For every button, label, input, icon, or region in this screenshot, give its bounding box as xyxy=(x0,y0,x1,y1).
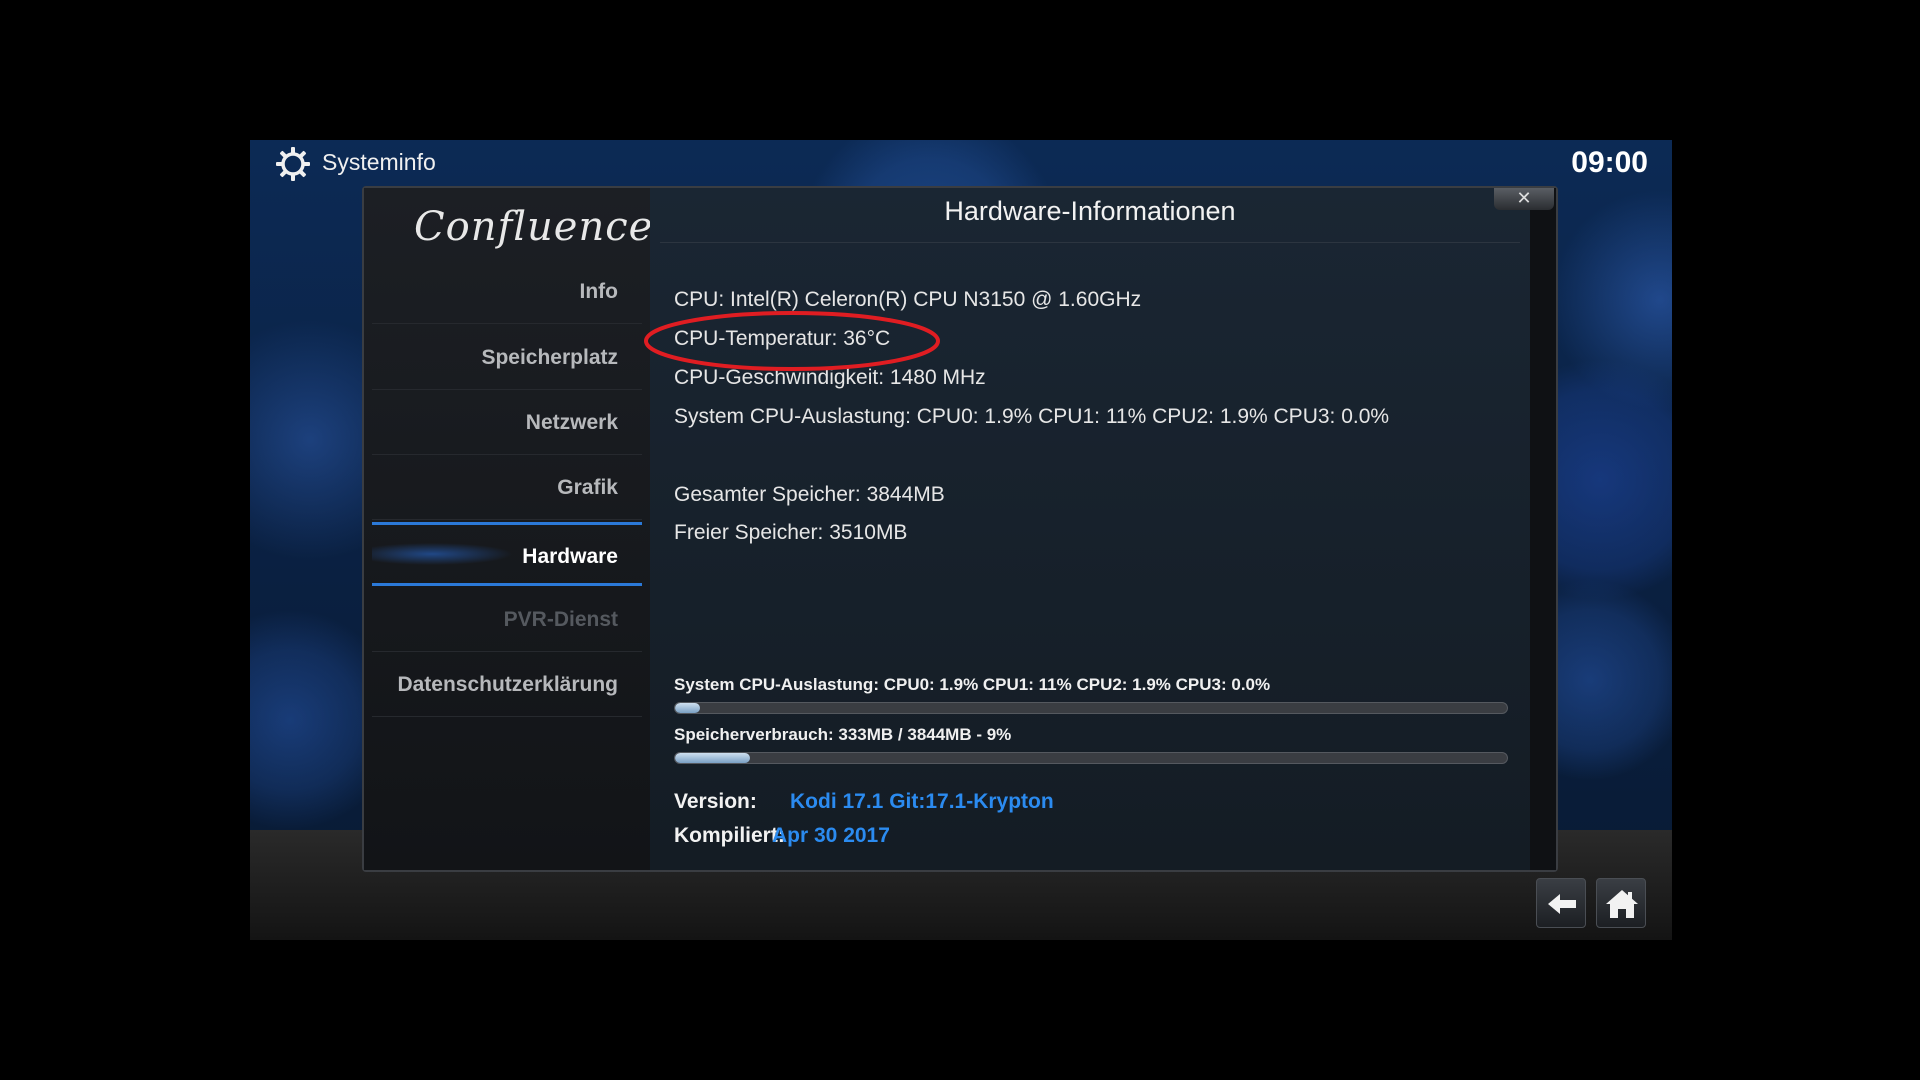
window-title: Systeminfo xyxy=(322,149,436,175)
info-cpu-usage: System CPU-Auslastung: CPU0: 1.9% CPU1: … xyxy=(674,405,1390,428)
sidebar-item-privacy[interactable]: Datenschutzerklärung xyxy=(372,653,642,717)
sidebar-item-storage[interactable]: Speicherplatz xyxy=(372,326,642,390)
right-edge xyxy=(1530,188,1556,870)
version-value: Kodi 17.1 Git:17.1-Krypton xyxy=(790,790,1054,813)
version-label: Version: xyxy=(674,790,757,813)
home-icon xyxy=(1606,890,1638,918)
memory-usage-bar xyxy=(674,752,1508,764)
back-arrow-icon xyxy=(1548,894,1576,914)
close-button[interactable]: ✕ xyxy=(1494,188,1554,210)
title-divider xyxy=(660,242,1520,243)
info-free-memory: Freier Speicher: 3510MB xyxy=(674,521,908,544)
cpu-usage-bar-label: System CPU-Auslastung: CPU0: 1.9% CPU1: … xyxy=(674,675,1271,694)
compiled-label: Kompiliert: xyxy=(674,824,785,847)
system-info-dialog: Confluence Info Speicherplatz Netzwerk G… xyxy=(362,186,1558,872)
sidebar-item-hardware[interactable]: Hardware xyxy=(372,522,642,586)
kodi-screen: Systeminfo 09:00 Confluence Info Speiche… xyxy=(250,140,1672,940)
sidebar-item-video[interactable]: Grafik xyxy=(372,456,642,520)
cpu-usage-bar xyxy=(674,702,1508,714)
cpu-usage-bar-fill xyxy=(675,703,700,713)
memory-usage-bar-label: Speicherverbrauch: 333MB / 3844MB - 9% xyxy=(674,725,1012,744)
highlight-ellipse xyxy=(644,311,940,371)
page-title: Hardware-Informationen xyxy=(944,196,1236,226)
home-button[interactable] xyxy=(1596,878,1646,928)
memory-usage-bar-fill xyxy=(675,753,750,763)
sidebar-item-pvr: PVR-Dienst xyxy=(372,588,642,652)
sidebar: Confluence Info Speicherplatz Netzwerk G… xyxy=(364,188,654,870)
confluence-logo: Confluence xyxy=(414,204,654,250)
sidebar-item-network[interactable]: Netzwerk xyxy=(372,391,642,455)
gear-icon xyxy=(276,147,310,181)
info-total-memory: Gesamter Speicher: 3844MB xyxy=(674,483,945,506)
info-cpu: CPU: Intel(R) Celeron(R) CPU N3150 @ 1.6… xyxy=(674,288,1142,311)
sidebar-item-info[interactable]: Info xyxy=(372,260,642,324)
content-panel: Hardware-Informationen CPU: Intel(R) Cel… xyxy=(644,188,1530,870)
back-button[interactable] xyxy=(1536,878,1586,928)
compiled-value: Apr 30 2017 xyxy=(772,824,890,847)
clock: 09:00 xyxy=(1571,146,1648,179)
